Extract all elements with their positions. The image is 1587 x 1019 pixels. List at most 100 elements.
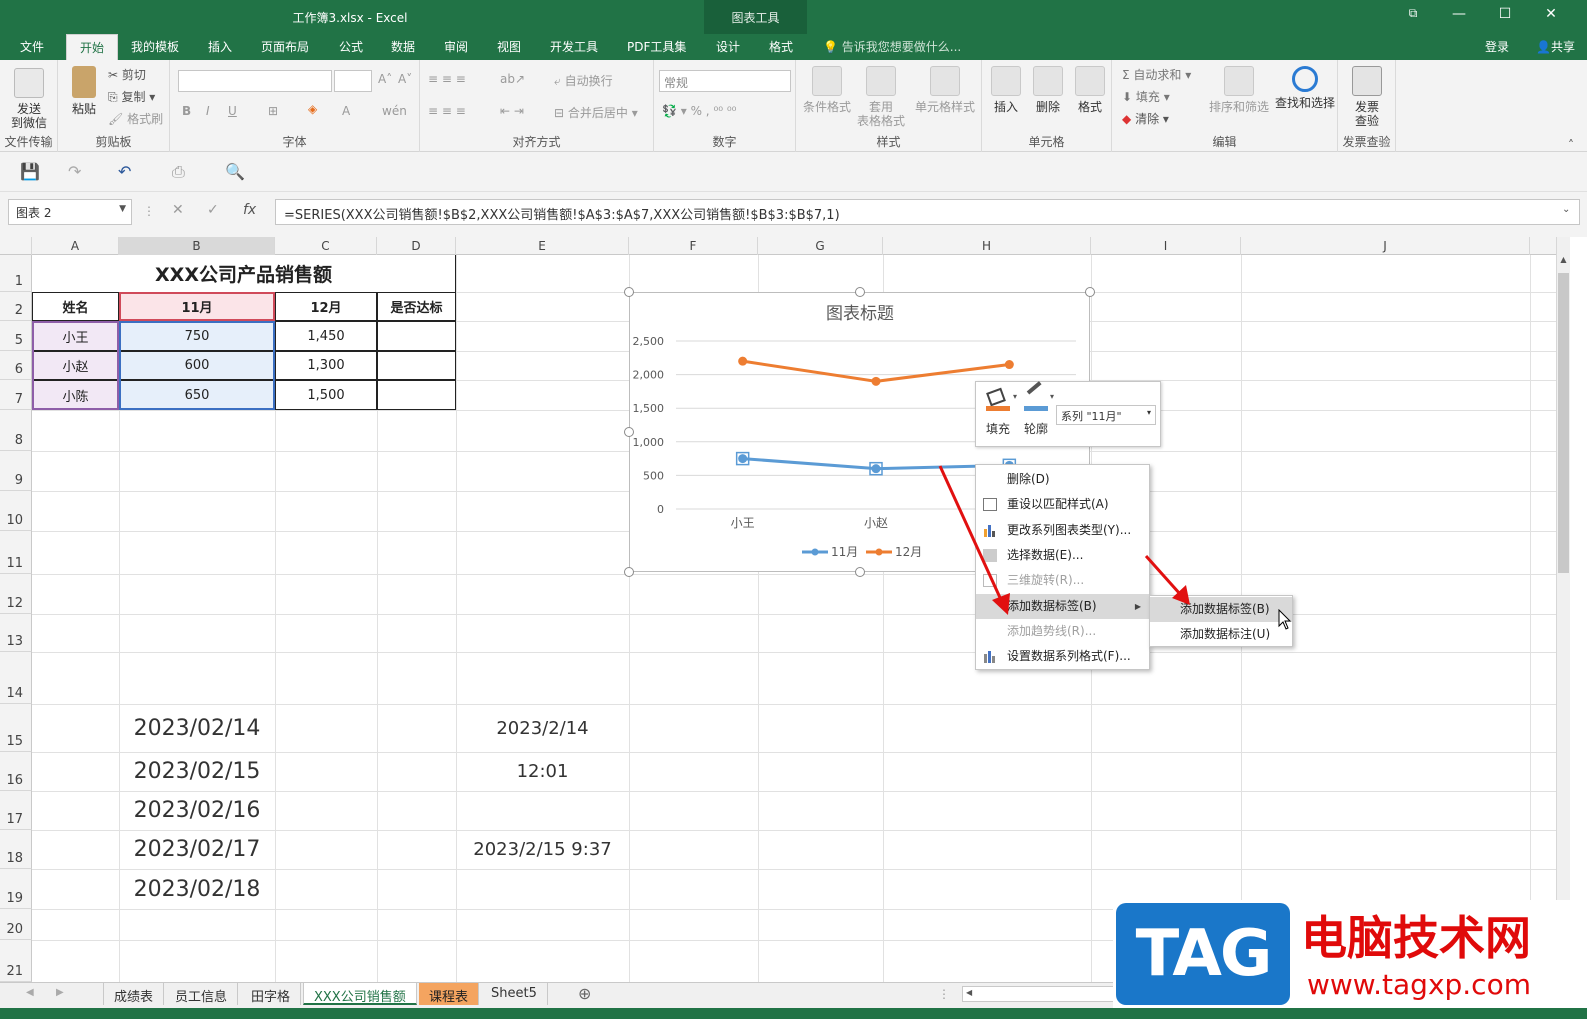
autosum-button[interactable]: Σ 自动求和 ▾ <box>1122 66 1191 83</box>
row-header[interactable]: 16 <box>0 752 32 791</box>
header-target[interactable]: 是否达标 <box>377 292 456 321</box>
insert-cells-button[interactable]: 插入 <box>986 66 1026 114</box>
header-dec[interactable]: 12月 <box>275 292 377 321</box>
tab-data[interactable]: 数据 <box>391 38 415 55</box>
row-header[interactable]: 14 <box>0 652 32 704</box>
scroll-left-icon[interactable]: ◀ <box>26 987 34 998</box>
undo-icon[interactable]: ↶ <box>118 162 131 181</box>
scroll-thumb[interactable] <box>1558 273 1569 573</box>
column-header-h[interactable]: H <box>883 237 1091 255</box>
wrap-text-button[interactable]: ⤶ 自动换行 <box>554 72 613 89</box>
column-header-i[interactable]: I <box>1091 237 1241 255</box>
enter-icon[interactable]: ✓ <box>207 202 219 218</box>
pen-outline-icon[interactable] <box>1024 381 1048 412</box>
chevron-down-icon[interactable]: ▾ <box>1013 392 1017 401</box>
column-header-c[interactable]: C <box>275 237 377 255</box>
row-header[interactable]: 15 <box>0 704 32 752</box>
table-cell[interactable]: 1,500 <box>275 380 377 410</box>
row-header[interactable]: 8 <box>0 410 32 451</box>
row-header[interactable]: 5 <box>0 321 32 351</box>
login-link[interactable]: 登录 <box>1485 38 1509 55</box>
save-icon[interactable]: 💾 <box>20 162 40 181</box>
tab-developer[interactable]: 开发工具 <box>550 38 598 55</box>
add-sheet-icon[interactable]: ⊕ <box>578 984 591 1003</box>
delete-cells-button[interactable]: 删除 <box>1028 66 1068 114</box>
table-cell[interactable]: 小王 <box>32 321 119 351</box>
table-cell[interactable]: 1,450 <box>275 321 377 351</box>
paste-button[interactable]: 粘贴 <box>66 66 102 116</box>
row-header[interactable]: 18 <box>0 830 32 869</box>
table-cell[interactable]: 750 <box>119 321 275 351</box>
cell-styles-button[interactable]: 单元格样式 <box>912 66 978 114</box>
print-preview-icon[interactable]: ⎙ <box>172 162 185 182</box>
submenu-add-data-callouts[interactable]: 添加数据标注(U) <box>1150 622 1292 647</box>
datetime-cell[interactable]: 2023/2/15 9:37 <box>456 830 629 869</box>
underline-button[interactable]: U <box>228 104 237 118</box>
table-cell[interactable]: 1,300 <box>275 351 377 380</box>
row-header[interactable]: 11 <box>0 531 32 574</box>
formula-input[interactable]: =SERIES(XXX公司销售额!$B$2,XXX公司销售额!$A$3:$A$7… <box>275 199 1580 225</box>
datetime-cell[interactable]: 2023/2/14 <box>456 704 629 752</box>
table-cell[interactable] <box>377 380 456 410</box>
minimize-button[interactable]: — <box>1444 6 1474 22</box>
indent-icon[interactable]: ⇤ ⇥ <box>500 104 524 118</box>
paint-bucket-icon[interactable] <box>986 387 1010 412</box>
italic-button[interactable]: I <box>206 104 210 118</box>
table-cell[interactable] <box>377 351 456 380</box>
conditional-format-button[interactable]: 条件格式 <box>798 66 856 114</box>
column-header-g[interactable]: G <box>758 237 883 255</box>
tab-page-layout[interactable]: 页面布局 <box>261 38 309 55</box>
table-cell[interactable]: 600 <box>119 351 275 380</box>
column-header-a[interactable]: A <box>32 237 119 255</box>
sheet-tab[interactable]: 成绩表 <box>103 983 165 1005</box>
close-button[interactable]: ✕ <box>1536 6 1566 22</box>
row-header[interactable]: 9 <box>0 451 32 491</box>
row-header[interactable]: 17 <box>0 791 32 830</box>
date-cell[interactable]: 2023/02/16 <box>119 791 275 830</box>
header-name[interactable]: 姓名 <box>32 292 119 321</box>
share-button[interactable]: 👤共享 <box>1536 38 1575 55</box>
table-title[interactable]: XXX公司产品销售额 <box>32 255 456 292</box>
tab-insert[interactable]: 插入 <box>208 38 232 55</box>
borders-icon[interactable]: ⊞ <box>268 104 278 118</box>
font-color-icon[interactable]: A <box>342 104 350 118</box>
scroll-left-icon[interactable]: ◀ <box>966 988 972 997</box>
shrink-font-icon[interactable]: A˅ <box>398 72 412 86</box>
clear-button[interactable]: ◆ 清除 ▾ <box>1122 110 1169 127</box>
vertical-scrollbar[interactable]: ▲ <box>1556 237 1570 982</box>
date-cell[interactable]: 2023/02/18 <box>119 869 275 909</box>
tab-pdf-tools[interactable]: PDF工具集 <box>627 38 686 55</box>
resize-handle[interactable] <box>624 287 634 297</box>
zoom-preview-icon[interactable]: 🔍 <box>225 162 245 181</box>
align-left-icon[interactable]: ≡ ≡ ≡ <box>428 104 466 118</box>
resize-handle[interactable] <box>855 287 865 297</box>
insert-function-icon[interactable]: fx <box>243 202 256 218</box>
format-painter-button[interactable]: 🖌 格式刷 <box>108 110 163 127</box>
select-all-corner[interactable] <box>0 237 32 255</box>
tell-me-search[interactable]: 💡 告诉我您想要做什么... <box>823 38 961 55</box>
horizontal-scrollbar[interactable]: ◀ <box>962 986 1122 1002</box>
sheet-tab[interactable]: 课程表 <box>419 983 480 1005</box>
row-header[interactable]: 6 <box>0 351 32 380</box>
invoice-check-button[interactable]: 发票 查验 <box>1344 66 1390 128</box>
bold-button[interactable]: B <box>182 104 191 118</box>
sheet-tab-active[interactable]: XXX公司销售额 <box>303 983 417 1005</box>
table-cell[interactable]: 小陈 <box>32 380 119 410</box>
row-header[interactable]: 7 <box>0 380 32 410</box>
resize-handle[interactable] <box>855 567 865 577</box>
chevron-down-icon[interactable]: ▾ <box>1050 392 1054 401</box>
tab-format[interactable]: 格式 <box>769 38 793 55</box>
phonetic-icon[interactable]: wén <box>382 104 407 118</box>
row-header[interactable]: 13 <box>0 614 32 652</box>
row-header[interactable]: 10 <box>0 491 32 531</box>
table-cell[interactable]: 小赵 <box>32 351 119 380</box>
row-header[interactable]: 2 <box>0 292 32 321</box>
ribbon-display-icon[interactable]: ⧉ <box>1398 6 1428 21</box>
table-cell[interactable]: 650 <box>119 380 275 410</box>
tab-design[interactable]: 设计 <box>716 38 740 55</box>
row-header[interactable]: 12 <box>0 574 32 614</box>
column-header-d[interactable]: D <box>377 237 456 255</box>
format-cells-button[interactable]: 格式 <box>1070 66 1110 114</box>
fill-button[interactable]: ⬇ 填充 ▾ <box>1122 88 1170 105</box>
expand-formula-icon[interactable]: ⌄ <box>1562 204 1570 215</box>
